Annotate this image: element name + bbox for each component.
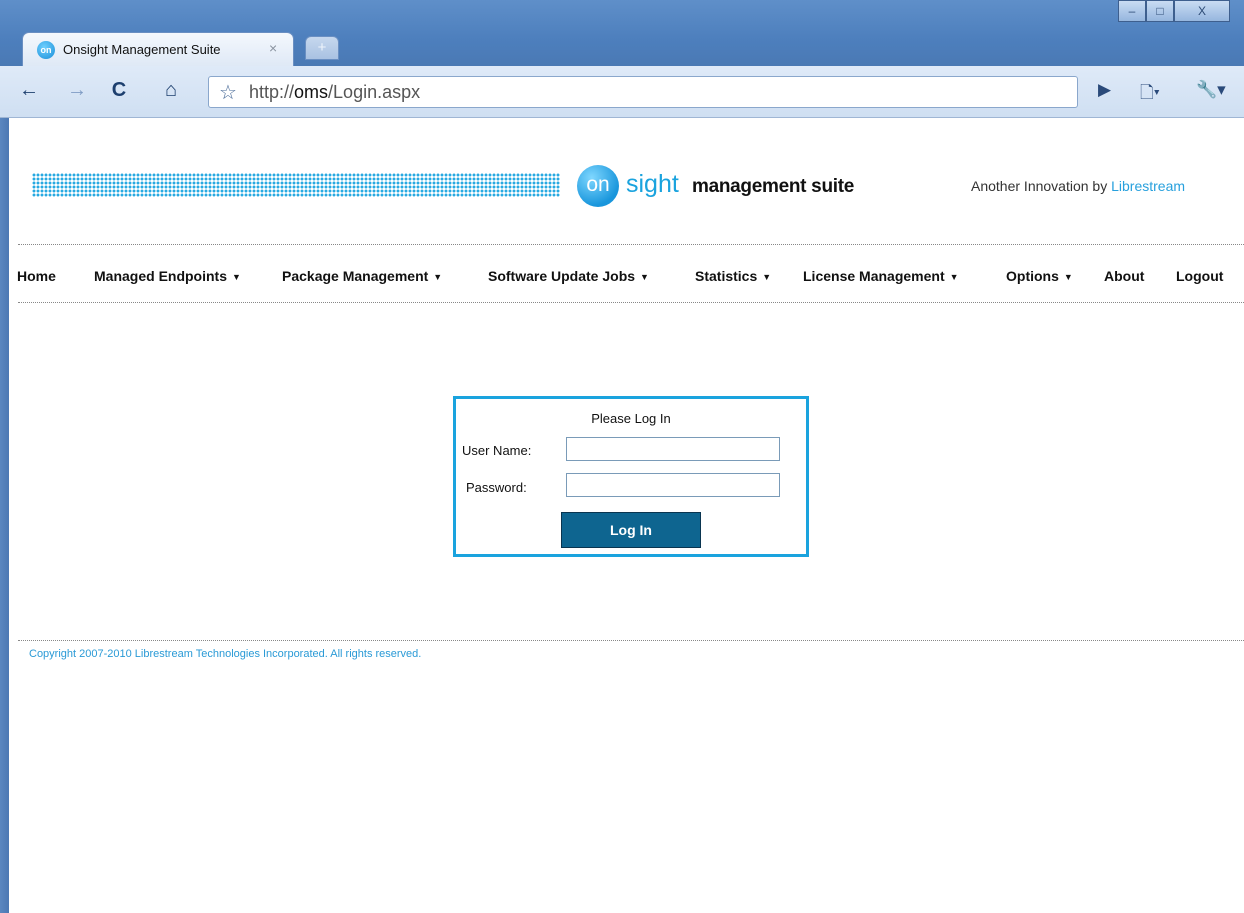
divider [18, 302, 1244, 303]
menu-item-home[interactable]: Home [17, 268, 56, 284]
tagline-prefix: Another Innovation by [971, 178, 1112, 194]
logo-suite: management suite [692, 176, 855, 197]
login-button[interactable]: Log In [561, 512, 701, 548]
username-field[interactable] [566, 437, 780, 461]
login-panel: Please Log In User Name: Password: Log I… [453, 396, 809, 557]
browser-toolbar: ← → C ⌂ ☆ http://oms/Login.aspx ▶ 🗋▾ 🔧▾ [0, 66, 1244, 118]
maximize-button[interactable]: □ [1146, 0, 1174, 22]
menu-item-about[interactable]: About [1104, 268, 1144, 284]
window-controls: – □ X [1118, 0, 1230, 22]
reload-button[interactable]: C [104, 76, 134, 106]
address-bar[interactable]: ☆ http://oms/Login.aspx [208, 76, 1078, 108]
dots-banner [32, 173, 560, 197]
divider [18, 640, 1244, 641]
back-button[interactable]: ← [16, 76, 42, 106]
tab-title: Onsight Management Suite [63, 42, 221, 57]
new-tab-button[interactable]: + [305, 36, 339, 60]
chevron-down-icon: ▼ [1063, 272, 1073, 283]
chevron-down-icon: ▼ [949, 272, 959, 283]
wrench-menu-icon[interactable]: 🔧▾ [1196, 80, 1226, 100]
favicon-icon: on [37, 41, 55, 59]
menu-item-options[interactable]: Options ▼ [1006, 268, 1073, 284]
url-text: http://oms/Login.aspx [249, 82, 421, 102]
chevron-down-icon: ▼ [762, 272, 772, 283]
browser-titlebar: on Onsight Management Suite × + – □ X [0, 0, 1244, 66]
password-field[interactable] [566, 473, 780, 497]
username-label: User Name: [462, 443, 532, 458]
play-icon[interactable]: ▶ [1098, 80, 1111, 100]
close-window-button[interactable]: X [1174, 0, 1230, 22]
tagline: Another Innovation by Librestream [971, 178, 1185, 194]
logo-on-icon: on [577, 165, 619, 207]
page-content: on sight management suite Another Innova… [9, 118, 1244, 913]
logo-sight: sight [626, 170, 679, 198]
menu-item-managed-endpoints[interactable]: Managed Endpoints ▼ [94, 268, 241, 284]
home-button[interactable]: ⌂ [156, 76, 186, 106]
menu-item-statistics[interactable]: Statistics ▼ [695, 268, 771, 284]
forward-button[interactable]: → [64, 76, 90, 106]
tagline-brand-link[interactable]: Librestream [1111, 178, 1185, 194]
password-label: Password: [466, 480, 527, 495]
window-frame-edge [0, 118, 9, 913]
chevron-down-icon: ▼ [232, 272, 241, 283]
divider [18, 244, 1244, 245]
copyright-text: Copyright 2007-2010 Librestream Technolo… [29, 648, 422, 660]
menu-item-license-management[interactable]: License Management ▼ [803, 268, 959, 284]
menu-item-logout[interactable]: Logout [1176, 268, 1223, 284]
tab-close-icon[interactable]: × [269, 40, 277, 56]
browser-tab[interactable]: on Onsight Management Suite × [22, 32, 294, 66]
page-menu-icon[interactable]: 🗋▾ [1140, 80, 1160, 109]
main-menu: Home Managed Endpoints ▼ Package Manageme… [9, 264, 1244, 288]
login-title: Please Log In [591, 411, 671, 426]
menu-item-software-update-jobs[interactable]: Software Update Jobs ▼ [488, 268, 649, 284]
chevron-down-icon: ▼ [640, 272, 649, 283]
minimize-button[interactable]: – [1118, 0, 1146, 22]
bookmark-star-icon[interactable]: ☆ [219, 80, 237, 105]
chevron-down-icon: ▼ [433, 272, 443, 283]
menu-item-package-management[interactable]: Package Management ▼ [282, 268, 442, 284]
